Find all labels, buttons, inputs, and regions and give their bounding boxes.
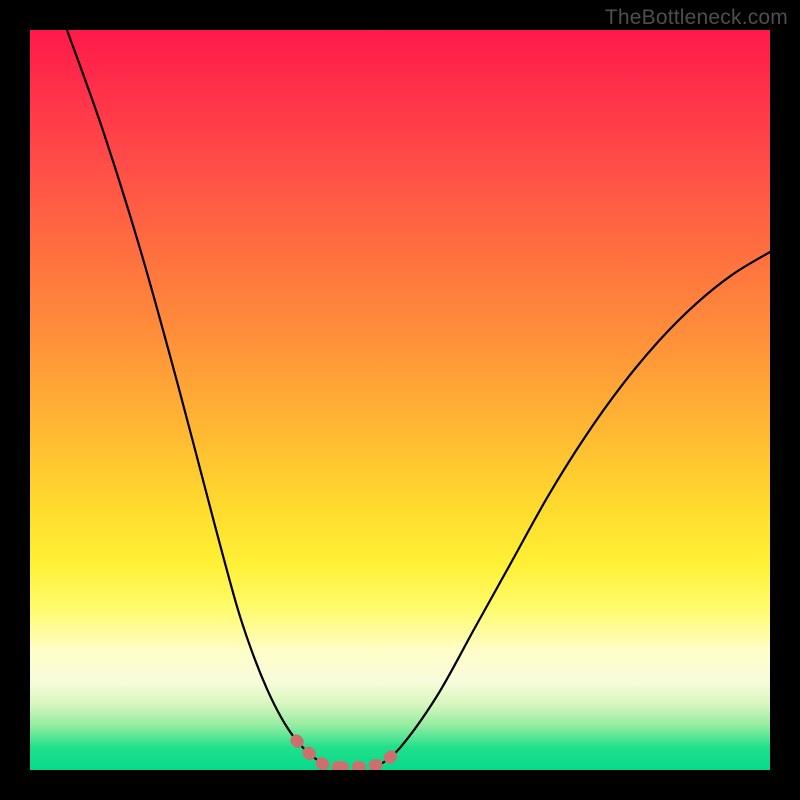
chart-stage: TheBottleneck.com: [0, 0, 800, 800]
left-curve: [67, 30, 326, 766]
plot-area: [30, 30, 770, 770]
valley-highlight-left: [296, 740, 340, 767]
valley-highlight-right: [341, 748, 400, 767]
watermark-text: TheBottleneck.com: [605, 6, 788, 30]
curve-layer: [30, 30, 770, 770]
right-curve: [378, 252, 770, 766]
